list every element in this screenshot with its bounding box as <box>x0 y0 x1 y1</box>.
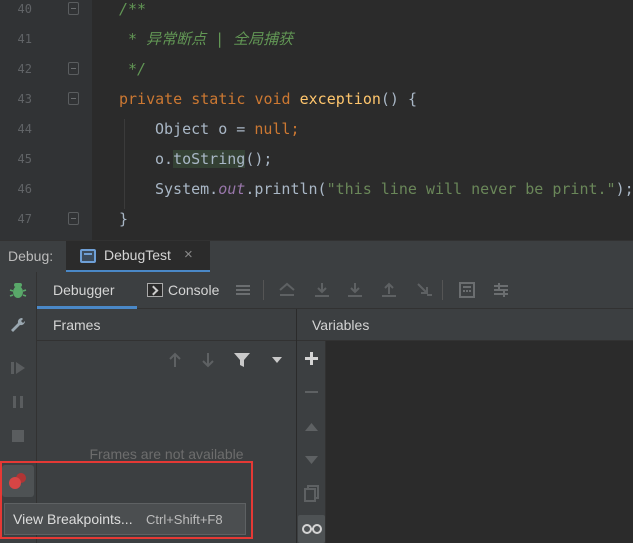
string-literal: "this line will never be print." <box>326 180 616 198</box>
decl-type: Object o = <box>155 120 255 138</box>
method-call: o.toString(); <box>155 149 272 169</box>
frames-title: Frames <box>53 317 101 333</box>
indent-guide <box>124 149 125 179</box>
code-line-41: 41 * 异常断点 | 全局捕获 <box>0 29 633 59</box>
fold-marker-icon[interactable] <box>68 2 79 15</box>
debug-label: Debug: <box>8 248 54 264</box>
debug-tool-window-header: Debug: DebugTest × <box>0 240 633 273</box>
indent-guide <box>124 119 125 149</box>
code-line-43: 43 private static void exception() { <box>0 89 633 119</box>
arrow-up-icon[interactable] <box>167 351 183 369</box>
print-end: ); <box>615 180 633 198</box>
print-call: System.out.println("this line will never… <box>155 179 633 199</box>
step-into-icon[interactable] <box>346 281 364 299</box>
print-class: System. <box>155 180 219 198</box>
code-line-46: 46 System.out.println("this line will ne… <box>0 179 633 209</box>
closing-brace: } <box>119 210 129 228</box>
session-tab-label: DebugTest <box>104 247 171 263</box>
run-to-cursor-icon[interactable] <box>415 281 433 299</box>
filter-icon[interactable] <box>233 351 251 369</box>
line-number: 47 <box>17 212 32 226</box>
line-number: 43 <box>17 92 32 106</box>
variables-side-toolbar <box>297 341 326 543</box>
add-watch-icon[interactable] <box>304 351 319 366</box>
step-out-icon[interactable] <box>380 281 398 299</box>
resume-program-icon[interactable] <box>9 359 27 377</box>
code-line-42: 42 */ <box>0 59 633 89</box>
line-number: 40 <box>17 2 32 16</box>
frames-toolbar <box>37 342 296 377</box>
call-object: o. <box>155 150 174 168</box>
pause-icon[interactable] <box>9 393 27 411</box>
line-number: 41 <box>17 32 32 46</box>
method-name: exception <box>299 90 381 108</box>
evaluate-expression-icon[interactable] <box>458 281 476 299</box>
menu-icon[interactable] <box>234 281 252 299</box>
code-line-45: 45 o.toString(); <box>0 149 633 179</box>
tab-debug-session[interactable]: DebugTest × <box>66 241 210 273</box>
tab-console-label: Console <box>168 282 220 298</box>
trace-stream-icon[interactable] <box>492 281 510 299</box>
show-execution-point-icon[interactable] <box>278 281 296 299</box>
method-declaration: private static void exception() { <box>119 89 417 109</box>
variables-header: Variables <box>297 309 633 341</box>
code-line-44: 44 Object o = null; <box>0 119 633 149</box>
run-config-icon <box>80 249 96 263</box>
method-params: () { <box>380 90 418 108</box>
remove-watch-icon[interactable] <box>304 385 319 400</box>
move-down-icon[interactable] <box>304 454 319 466</box>
move-up-icon[interactable] <box>304 421 319 433</box>
frames-header: Frames <box>37 309 296 341</box>
fold-marker-icon[interactable] <box>68 212 79 225</box>
code-comment: * 异常断点 | 全局捕获 <box>119 30 294 48</box>
variable-declaration: Object o = null; <box>155 119 300 139</box>
call-end: (); <box>245 150 273 168</box>
line-number: 44 <box>17 122 32 136</box>
print-method: .println( <box>245 180 327 198</box>
tab-debugger[interactable]: Debugger <box>37 272 137 309</box>
code-line-47: 47 } <box>0 209 633 239</box>
code-editor[interactable]: 40 /** 41 * 异常断点 | 全局捕获 42 */ 43 private… <box>0 0 633 240</box>
fold-marker-icon[interactable] <box>68 62 79 75</box>
chevron-down-icon[interactable] <box>271 356 283 364</box>
show-watches-button[interactable] <box>298 515 325 543</box>
console-icon <box>147 283 163 297</box>
variables-title: Variables <box>312 317 370 333</box>
print-field: out <box>218 180 246 198</box>
step-over-icon[interactable] <box>313 281 331 299</box>
keywords: private static void <box>119 90 300 108</box>
debug-bug-icon[interactable] <box>9 282 27 300</box>
line-number: 46 <box>17 182 32 196</box>
semicolon: ; <box>290 120 300 138</box>
wrench-icon[interactable] <box>9 316 27 334</box>
frames-empty-message: Frames are not available <box>89 446 244 462</box>
code-line-40: 40 /** <box>0 0 633 30</box>
duplicate-icon[interactable] <box>304 485 319 502</box>
debugger-toolbar: Debugger Console <box>37 272 633 309</box>
indent-guide <box>124 179 125 209</box>
toolbar-separator <box>263 280 264 300</box>
line-number: 42 <box>17 62 32 76</box>
highlight-annotation-box <box>0 461 253 539</box>
glasses-icon <box>302 524 322 534</box>
fold-marker-icon[interactable] <box>68 92 79 105</box>
call-method: toString <box>173 150 246 168</box>
tab-console[interactable]: Console <box>145 272 239 309</box>
stop-icon[interactable] <box>9 427 27 445</box>
code-comment: /** <box>119 0 147 18</box>
tab-debugger-label: Debugger <box>53 282 115 298</box>
variables-tree[interactable] <box>327 341 633 543</box>
arrow-down-icon[interactable] <box>200 351 216 369</box>
toolbar-separator <box>442 280 443 300</box>
line-number: 45 <box>17 152 32 166</box>
code-comment: */ <box>119 60 147 78</box>
null-literal: null <box>254 120 291 138</box>
close-tab-icon[interactable]: × <box>184 246 193 263</box>
